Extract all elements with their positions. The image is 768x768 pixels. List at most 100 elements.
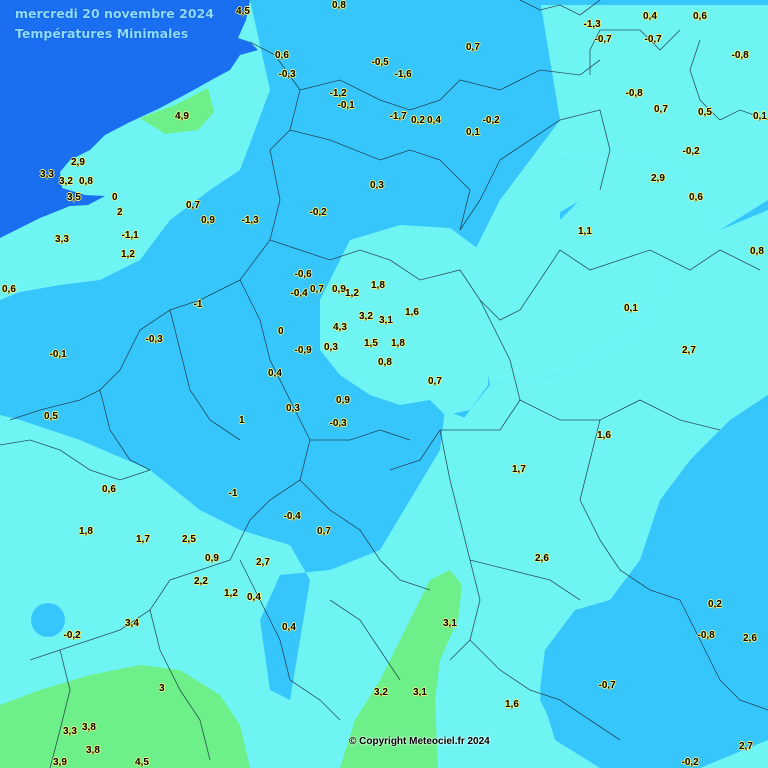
temperature-label: -0,6 xyxy=(294,268,312,280)
temperature-label: 3,1 xyxy=(379,314,393,326)
temperature-label: 3,2 xyxy=(374,686,388,698)
temperature-label: -0,3 xyxy=(329,417,347,429)
temperature-label: 0,1 xyxy=(466,126,480,138)
temperature-label: 0,6 xyxy=(102,483,116,495)
temperature-label: -0,7 xyxy=(594,33,612,45)
temperature-label: 0,5 xyxy=(44,410,58,422)
temperature-label: 0,6 xyxy=(689,191,703,203)
copyright-label: © Copyright Meteociel.fr 2024 xyxy=(349,736,490,747)
temperature-label: 0,9 xyxy=(201,214,215,226)
temperature-label: -0,7 xyxy=(644,33,662,45)
temperature-label: 2,6 xyxy=(743,632,757,644)
temperature-label: 2,7 xyxy=(739,740,753,752)
temperature-label: 0,7 xyxy=(317,525,331,537)
temperature-label: 1,5 xyxy=(364,337,378,349)
temperature-label: 2 xyxy=(117,206,123,218)
temperature-label: 1,8 xyxy=(371,279,385,291)
temperature-label: 3,4 xyxy=(125,617,139,629)
temperature-label: 0,9 xyxy=(336,394,350,406)
temperature-label: 1,2 xyxy=(224,587,238,599)
temperature-label: 0,7 xyxy=(428,375,442,387)
temperature-label: 3,8 xyxy=(86,744,100,756)
temperature-label: -0,3 xyxy=(145,333,163,345)
temperature-label: 3,3 xyxy=(40,168,54,180)
temperature-label: 4,3 xyxy=(333,321,347,333)
temperature-label: 0,4 xyxy=(247,591,261,603)
temperature-label: 0,6 xyxy=(275,49,289,61)
temperature-label: 0,4 xyxy=(643,10,657,22)
temperature-label: -0,2 xyxy=(309,206,327,218)
temperature-label: 0,7 xyxy=(186,199,200,211)
temperature-label: 0,4 xyxy=(282,621,296,633)
temperature-label: 0,2 xyxy=(708,598,722,610)
temperature-label: 1,6 xyxy=(505,698,519,710)
temperature-label: 0,7 xyxy=(466,41,480,53)
temperature-label: 2,9 xyxy=(651,172,665,184)
temperature-label: -1 xyxy=(193,298,203,310)
temperature-label: -1,3 xyxy=(583,18,601,30)
temperature-label: 3,1 xyxy=(413,686,427,698)
temperature-label: 0,7 xyxy=(310,283,324,295)
temperature-label: 3,8 xyxy=(82,721,96,733)
temperature-label: -0,2 xyxy=(482,114,500,126)
temperature-label: 0,9 xyxy=(205,552,219,564)
temperature-label: 0,7 xyxy=(654,103,668,115)
temperature-label: -0,1 xyxy=(337,99,355,111)
temperature-label: 0,8 xyxy=(750,245,764,257)
temperature-label: -0,5 xyxy=(371,56,389,68)
temperature-label: 3,3 xyxy=(55,233,69,245)
temperature-label: 4,9 xyxy=(175,110,189,122)
temperature-label: -1,7 xyxy=(389,110,407,122)
temperature-label: 0,1 xyxy=(624,302,638,314)
temperature-labels: 4,5 0,8 0,4 0,6 -1,3 -0,7 -0,7 0,7 -0,8 0,6 -0,3 -0… xyxy=(0,0,768,768)
temperature-label: 0,8 xyxy=(378,356,392,368)
temperature-label: 0,3 xyxy=(370,179,384,191)
temperature-label: -1 xyxy=(228,487,238,499)
temperature-label: 2,9 xyxy=(71,156,85,168)
temperature-label: 0 xyxy=(278,325,284,337)
temperature-label: 0,1 xyxy=(753,110,767,122)
temperature-label: 0,9 xyxy=(332,283,346,295)
temperature-label: -0,2 xyxy=(681,757,699,768)
temperature-label: 4,5 xyxy=(135,757,149,768)
temperature-label: -1,1 xyxy=(121,229,139,241)
temperature-label: -0,4 xyxy=(290,287,308,299)
temperature-label: 2,2 xyxy=(194,575,208,587)
temperature-label: -0,8 xyxy=(697,629,715,641)
temperature-label: 0,3 xyxy=(286,402,300,414)
temperature-label: -0,2 xyxy=(63,629,81,641)
temperature-label: 1 xyxy=(239,414,245,426)
temperature-label: 1,2 xyxy=(345,287,359,299)
temperature-label: 3,1 xyxy=(443,617,457,629)
temperature-label: 0,8 xyxy=(79,175,93,187)
temperature-label: 0,6 xyxy=(693,10,707,22)
temperature-label: 2,6 xyxy=(535,552,549,564)
temperature-label: -0,3 xyxy=(278,68,296,80)
temperature-label: 1,7 xyxy=(136,533,150,545)
temperature-label: 0,4 xyxy=(268,367,282,379)
temperature-label: 0 xyxy=(112,191,118,203)
temperature-label: 1,8 xyxy=(79,525,93,537)
temperature-label: 2,7 xyxy=(682,344,696,356)
temperature-label: 3,2 xyxy=(359,310,373,322)
temperature-label: 2,5 xyxy=(182,533,196,545)
temperature-label: 0,3 xyxy=(324,341,338,353)
temperature-label: -1,2 xyxy=(329,87,347,99)
temperature-label: 1,2 xyxy=(121,248,135,260)
temperature-label: 1,6 xyxy=(405,306,419,318)
temperature-label: 3 xyxy=(159,682,165,694)
temperature-map: mercredi 20 novembre 2024 Températures M… xyxy=(0,0,768,768)
temperature-label: 0,2 xyxy=(411,114,425,126)
temperature-label: -0,7 xyxy=(598,679,616,691)
temperature-label: 3,9 xyxy=(53,757,67,768)
temperature-label: -0,2 xyxy=(682,145,700,157)
temperature-label: 0,6 xyxy=(2,283,16,295)
temperature-label: 3,3 xyxy=(63,725,77,737)
temperature-label: 0,8 xyxy=(332,0,346,11)
temperature-label: -1,6 xyxy=(394,68,412,80)
temperature-label: -0,1 xyxy=(49,348,67,360)
temperature-label: 3,2 xyxy=(59,175,73,187)
temperature-label: 1,6 xyxy=(597,429,611,441)
temperature-label: 1,7 xyxy=(512,463,526,475)
temperature-label: 1,1 xyxy=(578,225,592,237)
